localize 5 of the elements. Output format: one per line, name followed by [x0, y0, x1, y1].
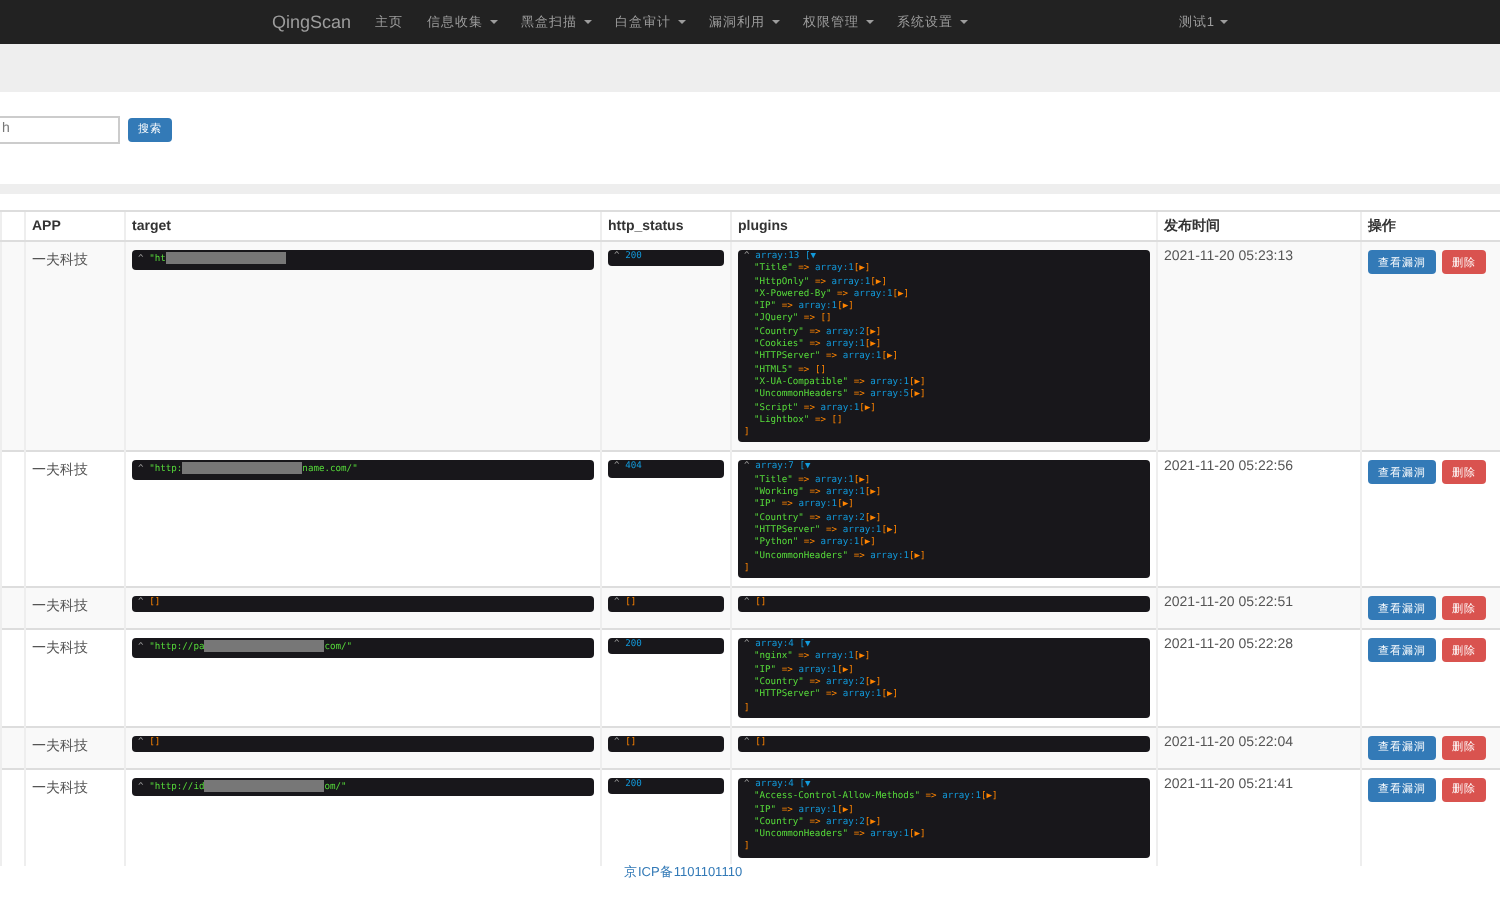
redaction-block: [165, 252, 286, 264]
redaction-block: [204, 779, 325, 792]
redaction-block: [182, 462, 303, 475]
brand-link[interactable]: QingScan: [272, 12, 352, 32]
redaction-block: [204, 640, 325, 653]
